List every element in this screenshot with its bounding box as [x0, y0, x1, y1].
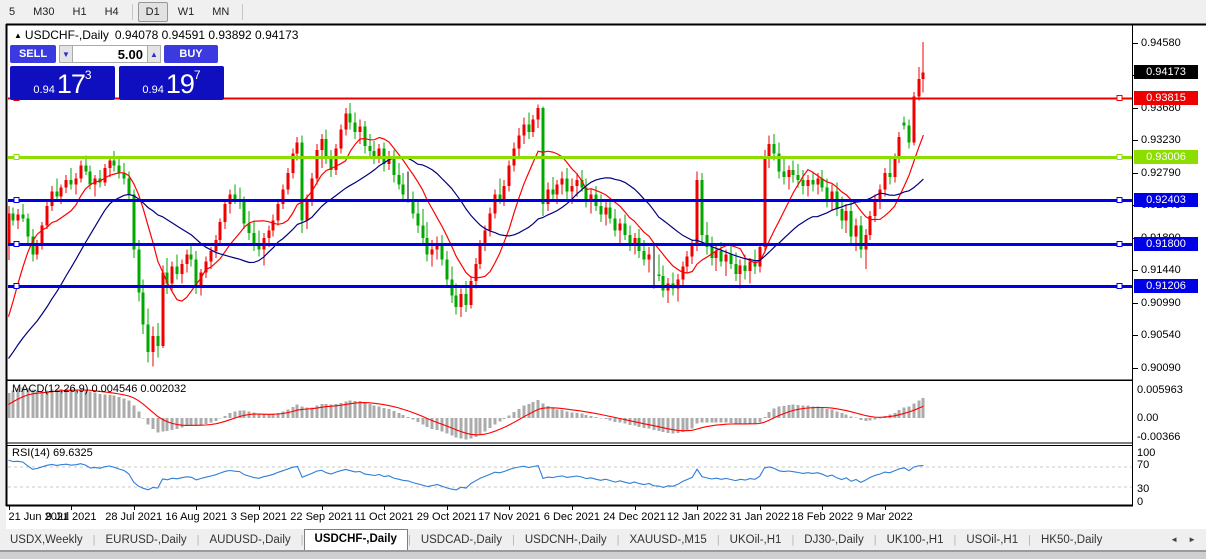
- rsi-indicator-label: RSI(14) 69.6325: [12, 447, 93, 459]
- date-tick-label: 12 Jan 2022: [667, 511, 728, 523]
- chevron-down-icon: ▼: [62, 50, 70, 59]
- price-tick-label: 0.90990: [1141, 297, 1181, 309]
- price-tick-label: 0.94580: [1141, 37, 1181, 49]
- rsi-axis-label: 100: [1137, 447, 1155, 459]
- tab-audusd-daily[interactable]: AUDUSD-,Daily: [200, 531, 301, 550]
- chart-symbol-period: USDCHF-,Daily: [25, 28, 109, 42]
- tab-scroll-left-icon[interactable]: ◄: [1170, 535, 1178, 544]
- symbol-select-arrow-icon[interactable]: ▲: [14, 31, 22, 40]
- date-tick-label: 6 Dec 2021: [544, 511, 600, 523]
- buy-price-prefix: 0.94: [142, 83, 163, 98]
- sell-price-prefix: 0.94: [33, 83, 54, 98]
- timeframe-button-mn[interactable]: MN: [204, 2, 237, 22]
- timeframe-toolbar: 5M30H1H4 D1W1MN: [0, 0, 1206, 24]
- volume-decrease-button[interactable]: ▼: [59, 45, 73, 63]
- price-tick-label: 0.91440: [1141, 264, 1181, 276]
- volume-input[interactable]: [73, 45, 147, 63]
- date-tick-label: 29 Oct 2021: [417, 511, 477, 523]
- tab-usdcad-daily[interactable]: USDCAD-,Daily: [411, 531, 512, 550]
- price-level-badge: 0.93815: [1134, 91, 1198, 105]
- price-tick-label: 0.90540: [1141, 329, 1181, 341]
- date-tick-label: 31 Jan 2022: [729, 511, 790, 523]
- tab-hk50-daily[interactable]: HK50-,Daily: [1031, 531, 1112, 550]
- buy-price-point: 7: [194, 69, 201, 81]
- macd-axis-label: 0.00: [1137, 412, 1158, 424]
- tab-usdx-weekly[interactable]: USDX,Weekly: [0, 531, 93, 550]
- toolbar-separator: [242, 4, 243, 20]
- price-tick-label: 0.93230: [1141, 134, 1181, 146]
- buy-price-box[interactable]: 0.94 19 7: [119, 66, 224, 100]
- buy-price-pips: 19: [166, 71, 194, 98]
- date-tick-label: 18 Feb 2022: [791, 511, 853, 523]
- sell-price-point: 3: [85, 69, 92, 81]
- rsi-axis-label: 70: [1137, 459, 1149, 471]
- rsi-axis-label: 0: [1137, 496, 1143, 508]
- timeframe-button-m30[interactable]: M30: [25, 2, 62, 22]
- tab-scroll-right-icon[interactable]: ►: [1188, 535, 1196, 544]
- timeframe-button-w1[interactable]: W1: [170, 2, 203, 22]
- symbol-tab-bar: USDX,Weekly|EURUSD-,Daily|AUDUSD-,Daily|…: [0, 529, 1206, 551]
- tab-ukoil-h1[interactable]: UKOil-,H1: [720, 531, 792, 550]
- chart-ohlc-values: 0.94078 0.94591 0.93892 0.94173: [115, 28, 299, 42]
- macd-axis-label: 0.005963: [1137, 384, 1183, 396]
- date-tick-label: 3 Sep 2021: [231, 511, 287, 523]
- date-tick-label: 28 Jul 2021: [105, 511, 162, 523]
- price-level-badge: 0.91206: [1134, 279, 1198, 293]
- buy-button[interactable]: BUY: [164, 45, 218, 63]
- tab-usdcnh-daily[interactable]: USDCNH-,Daily: [515, 531, 617, 550]
- toolbar-separator: [132, 4, 133, 20]
- chart-title: ▲USDCHF-,Daily 0.94078 0.94591 0.93892 0.…: [14, 28, 298, 42]
- price-level-badge: 0.94173: [1134, 65, 1198, 79]
- date-tick-label: 22 Sep 2021: [290, 511, 352, 523]
- volume-increase-button[interactable]: ▲: [147, 45, 161, 63]
- one-click-trading-panel: SELL ▼ ▲ BUY 0.94 17 3 0.94 19 7: [10, 45, 224, 100]
- date-tick-label: 17 Nov 2021: [478, 511, 540, 523]
- price-level-badge: 0.92403: [1134, 193, 1198, 207]
- tab-dj30-daily[interactable]: DJ30-,Daily: [794, 531, 873, 550]
- sell-price-box[interactable]: 0.94 17 3: [10, 66, 115, 100]
- tab-eurusd-daily[interactable]: EURUSD-,Daily: [96, 531, 197, 550]
- chevron-up-icon: ▲: [150, 50, 158, 59]
- date-tick-label: 11 Oct 2021: [355, 511, 414, 523]
- rsi-axis-label: 30: [1137, 483, 1149, 495]
- macd-indicator-label: MACD(12,26,9) 0.004546 0.002032: [12, 383, 186, 395]
- status-bar: [0, 551, 1206, 559]
- price-level-badge: 0.93006: [1134, 150, 1198, 164]
- tab-usdchf-daily[interactable]: USDCHF-,Daily: [304, 529, 408, 550]
- tab-xauusd-m15[interactable]: XAUUSD-,M15: [619, 531, 716, 550]
- timeframe-button-5[interactable]: 5: [1, 2, 23, 22]
- tab-uk100-h1[interactable]: UK100-,H1: [877, 531, 954, 550]
- timeframe-button-h1[interactable]: H1: [65, 2, 95, 22]
- sell-price-pips: 17: [57, 71, 85, 98]
- tab-usoil-h1[interactable]: USOil-,H1: [956, 531, 1028, 550]
- tab-scroll-arrows: ◄►: [1170, 535, 1206, 550]
- timeframe-button-d1[interactable]: D1: [138, 2, 168, 22]
- date-tick-label: 9 Mar 2022: [857, 511, 913, 523]
- price-tick-label: 0.92790: [1141, 167, 1181, 179]
- price-level-badge: 0.91800: [1134, 237, 1198, 251]
- macd-axis-label: -0.00366: [1137, 431, 1180, 443]
- date-tick-label: 24 Dec 2021: [603, 511, 665, 523]
- sell-button[interactable]: SELL: [10, 45, 56, 63]
- price-tick-label: 0.90090: [1141, 362, 1181, 374]
- date-tick-label: 9 Jul 2021: [46, 511, 97, 523]
- date-tick-label: 16 Aug 2021: [165, 511, 227, 523]
- timeframe-button-h4[interactable]: H4: [97, 2, 127, 22]
